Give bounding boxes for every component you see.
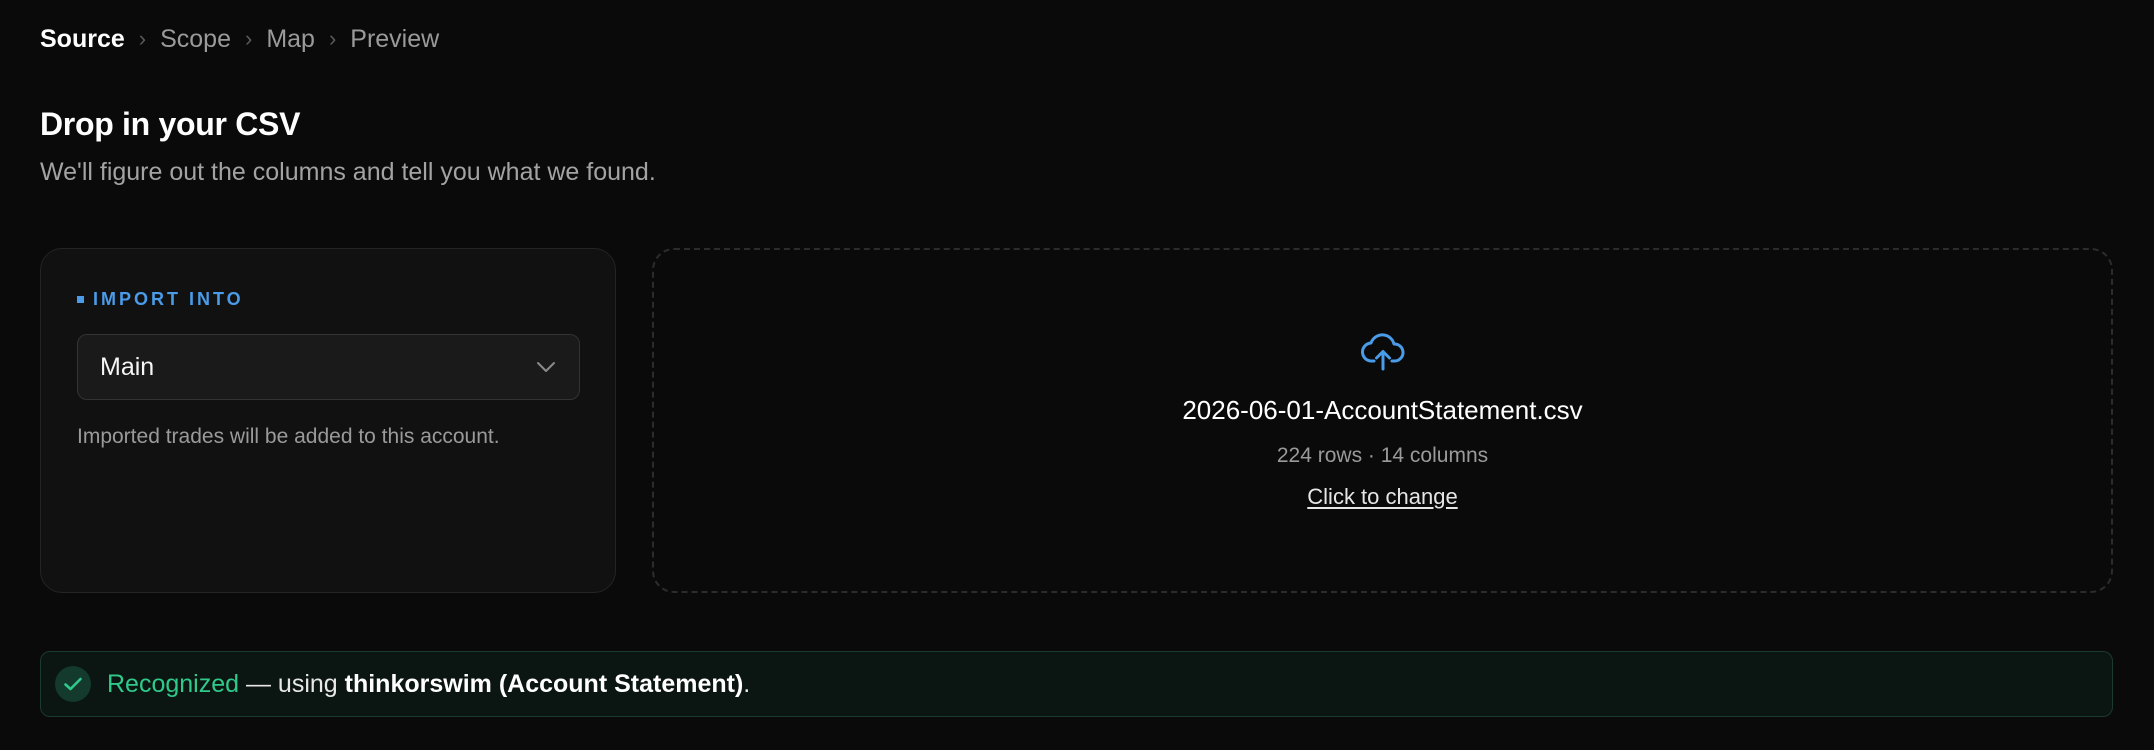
breadcrumb-separator: › <box>244 26 253 51</box>
change-file-link[interactable]: Click to change <box>1307 484 1457 510</box>
import-page: Source › Scope › Map › Preview Drop in y… <box>0 0 2154 750</box>
breadcrumb: Source › Scope › Map › Preview <box>40 22 439 56</box>
import-help-text: Imported trades will be added to this ac… <box>77 425 500 448</box>
detected-source-name: thinkorswim (Account Statement) <box>344 669 744 698</box>
account-select-value: Main <box>100 352 155 381</box>
import-into-card: IMPORT INTO Main Imported trades will be… <box>40 248 616 593</box>
account-select[interactable]: Main <box>77 334 580 400</box>
breadcrumb-separator: › <box>328 26 337 51</box>
file-dropzone[interactable]: 2026-06-01-AccountStatement.csv 224 rows… <box>652 248 2113 593</box>
file-name: 2026-06-01-AccountStatement.csv <box>1182 395 1583 425</box>
banner-prefix: — using <box>239 669 345 698</box>
dropzone-content: 2026-06-01-AccountStatement.csv 224 rows… <box>654 332 2111 510</box>
breadcrumb-step-scope[interactable]: Scope <box>160 22 231 56</box>
breadcrumb-step-source[interactable]: Source <box>40 22 125 56</box>
breadcrumb-step-map[interactable]: Map <box>266 22 315 56</box>
import-into-heading: IMPORT INTO <box>77 289 244 310</box>
import-into-label: IMPORT INTO <box>93 289 244 309</box>
recognition-banner: Recognized — using thinkorswim (Account … <box>40 651 2113 717</box>
breadcrumb-separator: › <box>138 26 147 51</box>
page-subtitle: We'll figure out the columns and tell yo… <box>40 158 656 186</box>
breadcrumb-step-preview[interactable]: Preview <box>350 22 439 56</box>
square-bullet-icon <box>77 296 84 303</box>
chevron-down-icon <box>535 360 557 374</box>
recognized-status: Recognized <box>107 669 240 698</box>
check-icon <box>55 666 91 702</box>
banner-suffix: . <box>743 669 751 698</box>
page-title: Drop in your CSV <box>40 106 301 142</box>
cloud-upload-icon <box>1360 332 1405 377</box>
file-meta: 224 rows · 14 columns <box>1276 444 1489 467</box>
